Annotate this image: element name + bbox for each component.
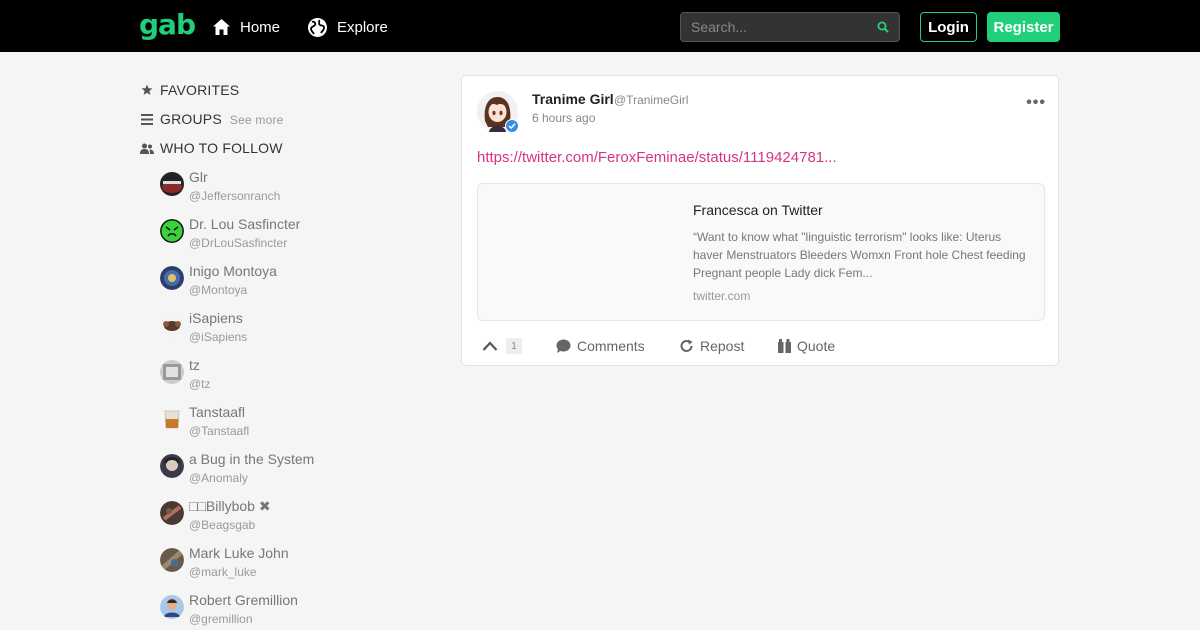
search-icon[interactable] [877, 21, 889, 33]
top-navbar: gab Home Explore Login Register [0, 0, 1200, 52]
follow-item[interactable]: □□Billybob ✖ @Beagsgab [160, 497, 420, 544]
avatar[interactable] [160, 501, 184, 525]
follow-handle: @gremillion [189, 612, 253, 626]
follow-name[interactable]: Robert Gremillion [189, 592, 298, 608]
globe-icon [308, 17, 327, 37]
avatar[interactable] [160, 172, 184, 196]
follow-handle: @mark_luke [189, 565, 257, 579]
groups-label: GROUPS [160, 111, 222, 127]
follow-name[interactable]: Tanstaafl [189, 404, 245, 420]
groups-see-more-link[interactable]: See more [230, 113, 284, 127]
follow-handle: @Montoya [189, 283, 248, 297]
follow-handle: @iSapiens [189, 330, 248, 344]
home-icon [213, 19, 230, 35]
nav-home-label: Home [240, 18, 281, 36]
follow-item[interactable]: iSapiens @iSapiens [160, 309, 420, 356]
post-author-name[interactable]: Tranime Girl [532, 91, 614, 107]
search-box [680, 12, 900, 42]
preview-title: Francesca on Twitter [693, 202, 823, 218]
preview-description: “Want to know what "linguistic terrorism… [693, 230, 1026, 280]
users-icon [140, 143, 154, 154]
follow-name[interactable]: Mark Luke John [189, 545, 289, 561]
quote-label: Quote [797, 338, 836, 354]
who-to-follow-list: Glr @Jeffersonranch Dr. Lou Sasfincter @… [160, 168, 420, 630]
follow-handle: @DrLouSasfincter [189, 236, 288, 250]
post-author-handle[interactable]: @TranimeGirl [614, 93, 688, 107]
follow-item[interactable]: Dr. Lou Sasfincter @DrLouSasfincter [160, 215, 420, 262]
follow-name[interactable]: iSapiens [189, 310, 243, 326]
follow-handle: @Tanstaafl [189, 424, 250, 438]
list-icon [140, 113, 154, 125]
comments-button[interactable]: Comments [556, 334, 645, 358]
link-preview-card[interactable]: Francesca on Twitter “Want to know what … [477, 183, 1045, 321]
post-author-avatar[interactable] [477, 91, 519, 133]
repost-button[interactable]: Repost [679, 334, 744, 358]
follow-item[interactable]: a Bug in the System @Anomaly [160, 450, 420, 497]
search-input[interactable] [681, 13, 871, 41]
verified-badge-icon [505, 119, 519, 133]
quote-icon [778, 339, 791, 353]
follow-item[interactable]: Inigo Montoya @Montoya [160, 262, 420, 309]
avatar[interactable] [160, 219, 184, 243]
follow-handle: @tz [189, 377, 211, 391]
follow-item[interactable]: Mark Luke John @mark_luke [160, 544, 420, 591]
comment-icon [556, 339, 571, 353]
follow-name[interactable]: Inigo Montoya [189, 263, 277, 279]
follow-name[interactable]: □□Billybob ✖ [189, 498, 271, 515]
star-icon [140, 84, 154, 96]
post-card: Tranime Girl @TranimeGirl 6 hours ago ••… [461, 75, 1059, 366]
nav-explore-link[interactable]: Explore [307, 16, 388, 38]
avatar[interactable] [160, 407, 184, 431]
post-actions-bar: 1 Comments Repost Quote [477, 334, 1047, 358]
follow-item[interactable]: Tanstaafl @Tanstaafl [160, 403, 420, 450]
register-button[interactable]: Register [987, 12, 1060, 42]
upvote-count: 1 [506, 338, 522, 354]
follow-name[interactable]: tz [189, 357, 200, 373]
more-options-icon[interactable]: ••• [1026, 94, 1046, 112]
avatar[interactable] [160, 595, 184, 619]
gab-logo[interactable]: gab [139, 8, 196, 42]
post-link[interactable]: https://twitter.com/FeroxFeminae/status/… [477, 149, 837, 166]
avatar[interactable] [160, 548, 184, 572]
avatar[interactable] [160, 454, 184, 478]
preview-domain: twitter.com [693, 289, 751, 303]
upvote-button[interactable] [482, 334, 504, 358]
quote-button[interactable]: Quote [778, 334, 835, 358]
follow-item[interactable]: Glr @Jeffersonranch [160, 168, 420, 215]
nav-home-link[interactable]: Home [212, 16, 280, 38]
follow-handle: @Beagsgab [189, 518, 256, 532]
avatar[interactable] [160, 266, 184, 290]
follow-name[interactable]: Glr [189, 169, 208, 185]
follow-name[interactable]: Dr. Lou Sasfincter [189, 216, 300, 232]
sidebar-favorites[interactable]: FAVORITES [140, 80, 239, 100]
favorites-label: FAVORITES [160, 82, 240, 98]
avatar[interactable] [160, 313, 184, 337]
repost-icon [680, 339, 693, 352]
nav-explore-label: Explore [337, 18, 388, 36]
post-timestamp[interactable]: 6 hours ago [532, 111, 595, 125]
comments-label: Comments [577, 338, 645, 354]
avatar[interactable] [160, 360, 184, 384]
sidebar-who-to-follow: WHO TO FOLLOW [140, 138, 283, 158]
sidebar-groups[interactable]: GROUPS See more [140, 109, 284, 129]
login-button[interactable]: Login [920, 12, 977, 42]
follow-item[interactable]: Robert Gremillion @gremillion [160, 591, 420, 630]
who-to-follow-label: WHO TO FOLLOW [160, 140, 283, 156]
follow-name[interactable]: a Bug in the System [189, 451, 314, 467]
follow-item[interactable]: tz @tz [160, 356, 420, 403]
follow-handle: @Jeffersonranch [189, 189, 281, 203]
chevron-up-icon [482, 341, 498, 351]
repost-label: Repost [700, 338, 745, 354]
follow-handle: @Anomaly [189, 471, 248, 485]
